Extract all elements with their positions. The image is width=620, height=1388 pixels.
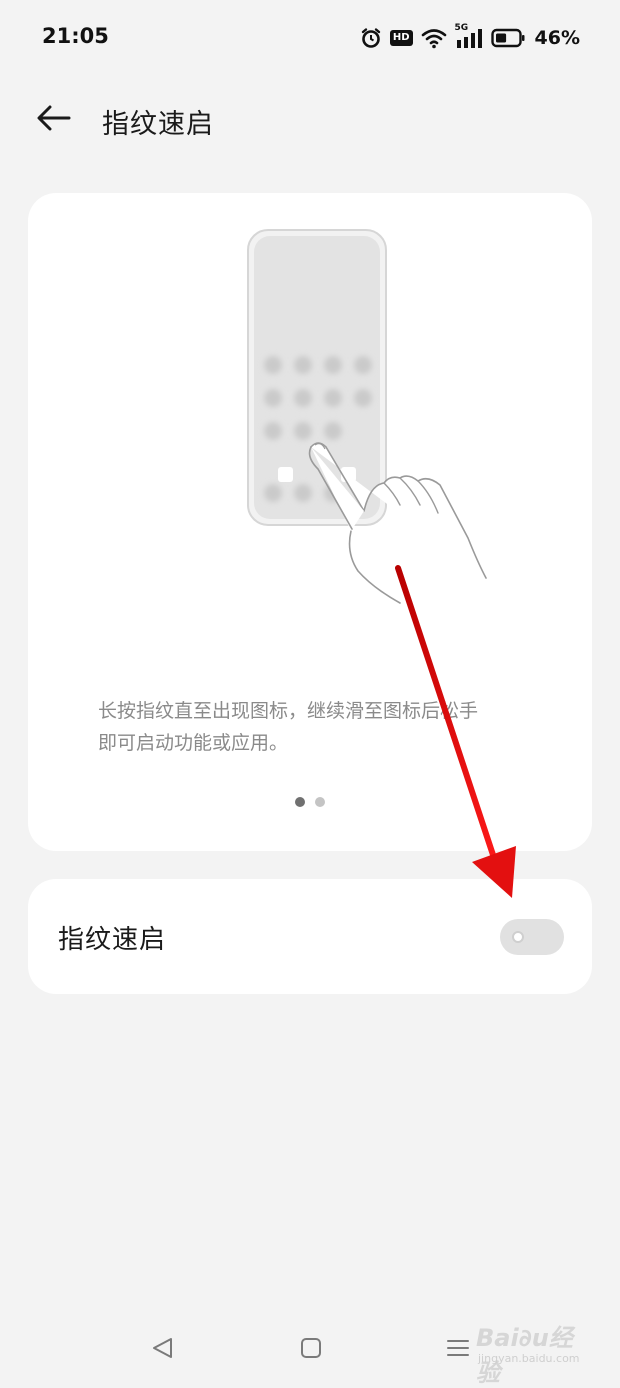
page-dot: [315, 797, 325, 807]
back-button[interactable]: [30, 100, 78, 140]
feature-description: 长按指纹直至出现图标，继续滑至图标后松手 即可启动功能或应用。: [98, 695, 538, 759]
nav-recents-icon: [446, 1336, 470, 1364]
nav-home-icon: [299, 1336, 323, 1364]
app-header: 指纹速启: [0, 88, 620, 152]
description-line-1: 长按指纹直至出现图标，继续滑至图标后松手: [98, 700, 479, 722]
nav-recents-button[interactable]: [438, 1330, 478, 1370]
fingerprint-quick-launch-illustration: [247, 229, 487, 604]
illustration-card: 长按指纹直至出现图标，继续滑至图标后松手 即可启动功能或应用。: [28, 193, 592, 851]
nav-back-icon: [151, 1336, 175, 1364]
toggle-knob: [506, 925, 530, 949]
setting-card: 指纹速启: [28, 879, 592, 994]
setting-label: 指纹速启: [58, 925, 167, 955]
nav-back-button[interactable]: [143, 1330, 183, 1370]
battery-percent: 46%: [534, 27, 580, 49]
baidu-jingyan-watermark: Bai∂u经验 jingyan.baidu.com: [476, 1318, 596, 1387]
alarm-icon: [360, 27, 382, 49]
arrow-left-icon: [36, 104, 72, 136]
status-bar: 21:05 HD 5G 46%: [0, 0, 620, 78]
page-indicator: [28, 797, 592, 807]
watermark-url: jingyan.baidu.com: [478, 1352, 580, 1365]
page-title: 指纹速启: [102, 109, 214, 140]
fingerprint-quick-launch-toggle[interactable]: [500, 919, 564, 955]
signal-5g-icon: 5G: [455, 23, 483, 49]
page-dot: [295, 797, 305, 807]
wifi-icon: [421, 27, 447, 49]
status-time: 21:05: [42, 24, 109, 48]
hd-icon: HD: [389, 30, 413, 46]
battery-icon: [490, 28, 525, 48]
description-line-2: 即可启动功能或应用。: [98, 732, 289, 754]
nav-home-button[interactable]: [291, 1330, 331, 1370]
status-icons: HD 5G 46%: [360, 23, 580, 52]
